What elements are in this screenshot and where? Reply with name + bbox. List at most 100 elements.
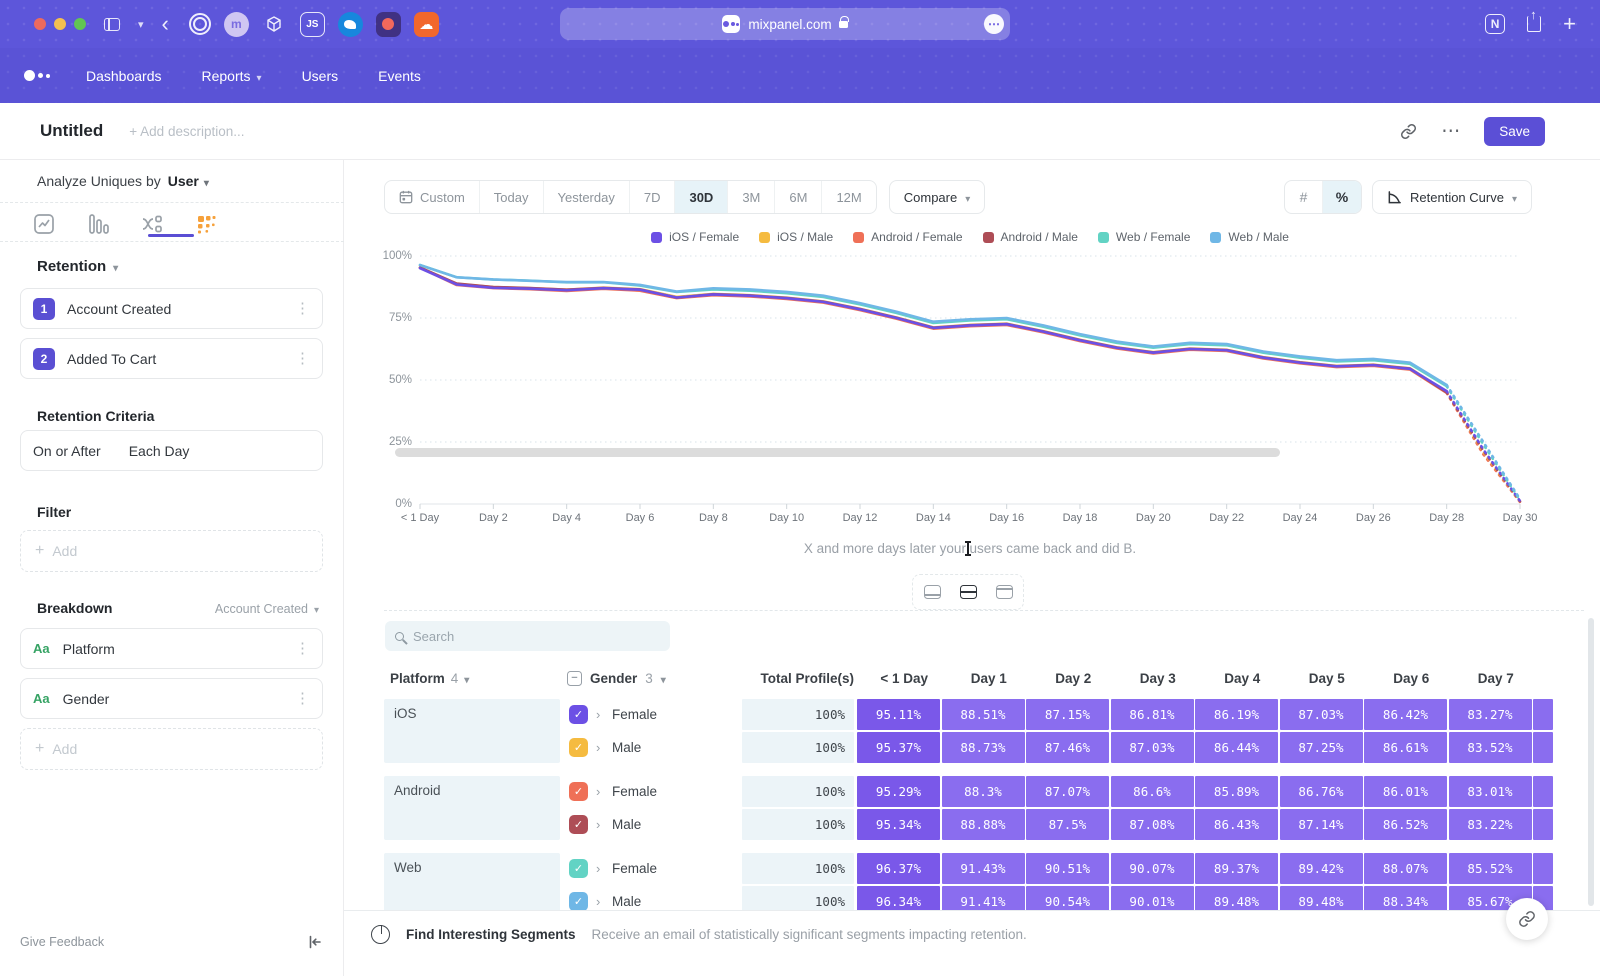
retention-cell[interactable]: 86.43% [1195, 809, 1278, 840]
column-day-7[interactable]: Day 7 [1454, 671, 1539, 686]
chevron-right-icon[interactable] [596, 740, 612, 755]
layout-split-button[interactable] [953, 579, 983, 605]
format-percent-button[interactable]: % [1323, 181, 1361, 213]
platform-cell[interactable]: Android [384, 776, 560, 840]
column-total-profiles[interactable]: Total Profile(s) [749, 671, 862, 686]
extension-icon-cube[interactable] [262, 12, 287, 37]
legend-item-web-male[interactable]: Web / Male [1210, 230, 1288, 244]
copy-link-icon[interactable] [1400, 123, 1417, 140]
legend-item-android-male[interactable]: Android / Male [983, 230, 1078, 244]
url-more-icon[interactable] [984, 14, 1004, 34]
retention-cell[interactable]: 91.41% [942, 886, 1025, 910]
range-7d[interactable]: 7D [630, 181, 676, 213]
format-absolute-button[interactable]: # [1285, 181, 1323, 213]
table-search-input[interactable] [413, 629, 643, 644]
line-series-android-female[interactable] [420, 268, 1447, 393]
column-1-day[interactable]: < 1 Day [862, 671, 947, 686]
horizontal-scrollbar[interactable] [395, 448, 1280, 457]
retention-cell[interactable]: 86.01% [1364, 776, 1447, 807]
range-custom[interactable]: Custom [385, 181, 480, 213]
indeterminate-checkbox[interactable] [567, 671, 582, 686]
kebab-menu-icon[interactable] [295, 349, 310, 368]
retention-cell[interactable]: 83.01% [1449, 776, 1532, 807]
series-checkbox[interactable] [569, 705, 588, 724]
range-12m[interactable]: 12M [822, 181, 875, 213]
tab-retention-icon[interactable] [192, 212, 220, 236]
retention-cell[interactable]: 88.34% [1364, 886, 1447, 910]
legend-item-web-female[interactable]: Web / Female [1098, 230, 1190, 244]
range-today[interactable]: Today [480, 181, 544, 213]
chevron-right-icon[interactable] [596, 894, 612, 909]
report-title[interactable]: Untitled [40, 121, 103, 141]
step-account-created[interactable]: 1 Account Created [20, 288, 323, 329]
tab-flows-icon[interactable] [138, 212, 166, 236]
retention-cell[interactable]: 86.42% [1364, 699, 1447, 730]
retention-cell[interactable]: 88.07% [1364, 853, 1447, 884]
retention-section-header[interactable]: Retention [37, 258, 118, 275]
criteria-operator[interactable]: On or After [33, 443, 101, 459]
platform-cell[interactable]: Web [384, 853, 560, 910]
retention-cell[interactable]: 87.08% [1111, 809, 1194, 840]
step-added-to-cart[interactable]: 2 Added To Cart [20, 338, 323, 379]
chevron-right-icon[interactable] [596, 784, 612, 799]
breakdown-event-selector[interactable]: Account Created [215, 602, 319, 616]
platform-cell[interactable]: iOS [384, 699, 560, 763]
extension-icon-ring[interactable] [189, 13, 211, 35]
retention-cell[interactable]: 83.22% [1449, 809, 1532, 840]
retention-cell[interactable]: 89.48% [1195, 886, 1278, 910]
extension-icon-avatar[interactable]: m [224, 12, 249, 37]
criteria-interval[interactable]: Each Day [129, 443, 190, 459]
retention-cell[interactable]: 87.07% [1026, 776, 1109, 807]
chevron-down-icon[interactable] [138, 18, 144, 31]
retention-cell[interactable]: 86.81% [1111, 699, 1194, 730]
retention-cell[interactable]: 89.42% [1280, 853, 1363, 884]
retention-cell[interactable]: 86.6% [1111, 776, 1194, 807]
breakdown-gender[interactable]: Aa Gender [20, 678, 323, 719]
retention-cell[interactable]: 90.54% [1026, 886, 1109, 910]
retention-cell[interactable]: 90.07% [1111, 853, 1194, 884]
minimize-window-button[interactable] [54, 18, 66, 30]
retention-cell[interactable]: 88.51% [942, 699, 1025, 730]
layout-chart-only-button[interactable] [917, 579, 947, 605]
add-filter-button[interactable]: Add [20, 530, 323, 572]
retention-cell[interactable]: 87.03% [1111, 732, 1194, 763]
table-search[interactable] [385, 621, 670, 651]
column-day-5[interactable]: Day 5 [1285, 671, 1370, 686]
extension-icon-bird[interactable] [338, 12, 363, 37]
series-checkbox[interactable] [569, 815, 588, 834]
retention-cell[interactable]: 95.34% [857, 809, 940, 840]
analyze-entity-selector[interactable]: User [168, 173, 209, 189]
column-gender[interactable]: Gender 3 [567, 671, 749, 686]
chevron-right-icon[interactable] [596, 817, 612, 832]
line-series-android-male[interactable] [420, 268, 1447, 393]
give-feedback-link[interactable]: Give Feedback [20, 935, 104, 949]
new-tab-icon[interactable] [1563, 11, 1576, 37]
add-breakdown-button[interactable]: Add [20, 728, 323, 770]
report-description-placeholder[interactable]: + Add description... [129, 124, 244, 139]
column-day-1[interactable]: Day 1 [947, 671, 1032, 686]
series-checkbox[interactable] [569, 738, 588, 757]
retention-cell[interactable]: 87.03% [1280, 699, 1363, 730]
collapse-sidebar-icon[interactable] [307, 934, 323, 950]
close-window-button[interactable] [34, 18, 46, 30]
notion-icon[interactable]: N [1485, 14, 1505, 34]
share-icon[interactable] [1527, 16, 1541, 32]
vertical-scrollbar[interactable] [1588, 618, 1594, 906]
retention-cell[interactable]: 88.3% [942, 776, 1025, 807]
legend-item-ios-male[interactable]: iOS / Male [759, 230, 833, 244]
nav-item-events[interactable]: Events [378, 68, 421, 84]
retention-cell[interactable]: 83.52% [1449, 732, 1532, 763]
kebab-menu-icon[interactable] [295, 639, 310, 658]
retention-cell[interactable]: 91.43% [942, 853, 1025, 884]
more-options-icon[interactable] [1441, 120, 1460, 143]
range-30d[interactable]: 30D [675, 181, 728, 213]
column-day-3[interactable]: Day 3 [1116, 671, 1201, 686]
retention-cell[interactable]: 87.15% [1026, 699, 1109, 730]
retention-cell[interactable]: 86.19% [1195, 699, 1278, 730]
find-segments-link[interactable]: Find Interesting Segments [406, 927, 576, 942]
retention-cell[interactable]: 89.37% [1195, 853, 1278, 884]
kebab-menu-icon[interactable] [295, 689, 310, 708]
mixpanel-logo-icon[interactable] [24, 70, 50, 81]
retention-cell[interactable]: 87.5% [1026, 809, 1109, 840]
range-yesterday[interactable]: Yesterday [544, 181, 630, 213]
